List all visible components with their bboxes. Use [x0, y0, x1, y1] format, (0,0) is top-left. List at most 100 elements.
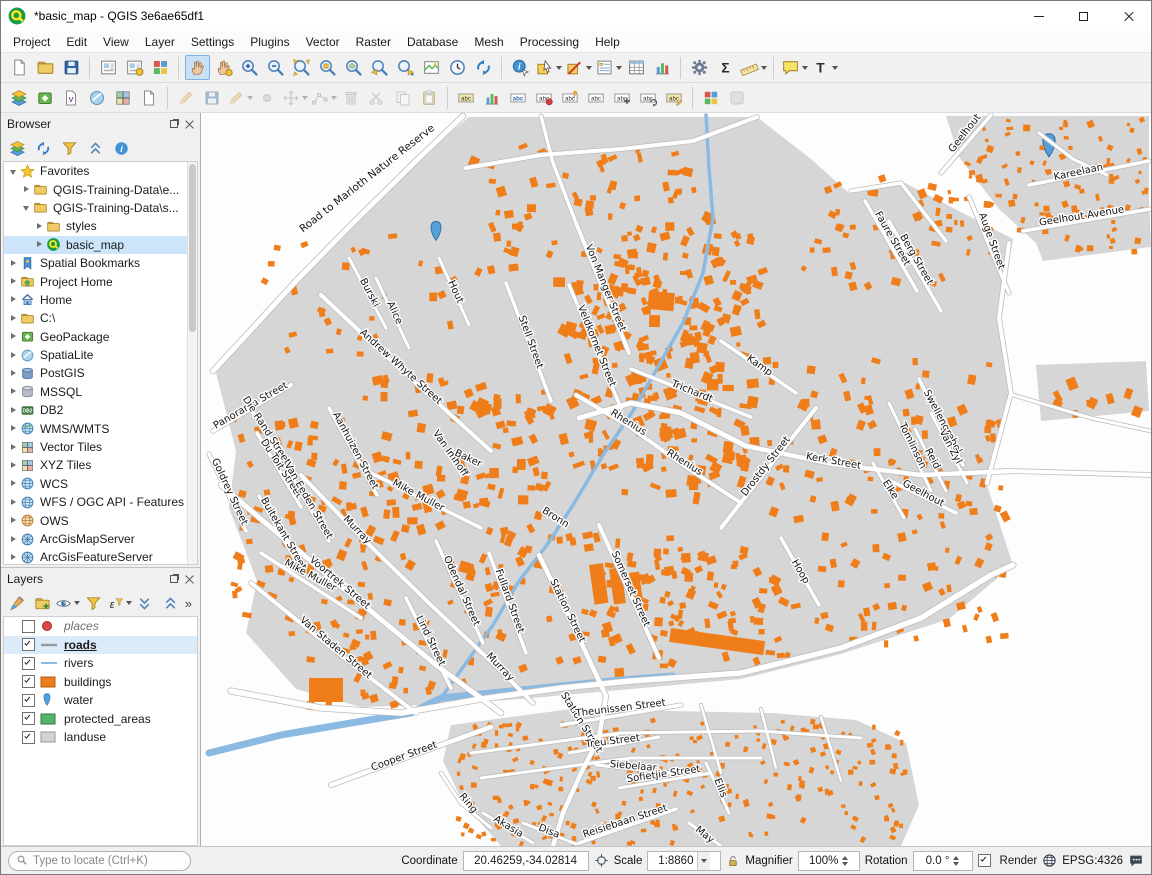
chevron-right-icon[interactable]	[8, 368, 19, 379]
new-temporary-scratch-layer-button[interactable]	[137, 85, 162, 110]
new-virtual-layer-button[interactable]	[111, 85, 136, 110]
save-layer-edits-button[interactable]	[200, 85, 225, 110]
save-project-button[interactable]	[59, 55, 84, 80]
add-feature-button[interactable]	[255, 85, 280, 110]
annotation-button[interactable]	[780, 55, 809, 80]
browser-item-basic-map[interactable]: basic_map	[4, 236, 197, 254]
browser-item-mssql[interactable]: MSSQL	[4, 383, 197, 401]
menu-vector[interactable]: Vector	[298, 32, 348, 52]
filter-legend-button[interactable]	[83, 592, 104, 614]
layer-item-rivers[interactable]: rivers	[4, 654, 197, 673]
identify-features-button[interactable]: i	[508, 55, 533, 80]
locate-search-input[interactable]: Type to locate (Ctrl+K)	[8, 851, 191, 871]
browser-item-styles[interactable]: styles	[4, 217, 197, 235]
layer-checkbox-buildings[interactable]	[22, 675, 35, 688]
browser-item-postgis[interactable]: PostGIS	[4, 364, 197, 382]
rotation-spinbox[interactable]: 0.0 °	[913, 851, 973, 871]
field-calculator-button[interactable]	[650, 55, 675, 80]
maximize-button[interactable]	[1061, 1, 1106, 31]
browser-scrollbar[interactable]	[187, 162, 197, 564]
dropdown-arrow-icon[interactable]	[586, 66, 592, 70]
pin-unpin-labels-button[interactable]: abc	[558, 85, 583, 110]
browser-item-db2[interactable]: DB2DB2	[4, 401, 197, 419]
new-shapefile-layer-button[interactable]: V	[59, 85, 84, 110]
crs-globe-icon[interactable]	[1042, 853, 1057, 868]
toolbar-overflow-button[interactable]: »	[185, 596, 195, 611]
scale-dropdown-button[interactable]	[697, 852, 710, 870]
render-checkbox[interactable]: Render	[978, 854, 1038, 867]
chevron-right-icon[interactable]	[8, 276, 19, 287]
manage-map-themes-button[interactable]	[57, 592, 79, 614]
layer-checkbox-landuse[interactable]	[22, 731, 35, 744]
browser-item-ows[interactable]: OWS	[4, 511, 197, 529]
pan-map-button[interactable]	[185, 55, 210, 80]
select-by-value-button[interactable]	[594, 55, 623, 80]
chevron-right-icon[interactable]	[8, 460, 19, 471]
browser-item-qgis-training-data-e[interactable]: QGIS-Training-Data\e...	[4, 180, 197, 198]
chevron-right-icon[interactable]	[34, 221, 45, 232]
chevron-right-icon[interactable]	[8, 294, 19, 305]
chevron-right-icon[interactable]	[8, 258, 19, 269]
paste-features-button[interactable]	[417, 85, 442, 110]
copy-features-button[interactable]	[391, 85, 416, 110]
chevron-right-icon[interactable]	[8, 515, 19, 526]
dropdown-arrow-icon[interactable]	[302, 96, 308, 100]
style-manager-button[interactable]	[148, 55, 173, 80]
browser-item-qgis-training-data-s[interactable]: QGIS-Training-Data\s...	[4, 199, 197, 217]
vertex-tool-button[interactable]	[310, 85, 338, 110]
show-layout-manager-button[interactable]	[122, 55, 147, 80]
browser-item-spatial-bookmarks[interactable]: Spatial Bookmarks	[4, 254, 197, 272]
chevron-right-icon[interactable]	[34, 239, 45, 250]
chevron-right-icon[interactable]	[8, 386, 19, 397]
menu-help[interactable]: Help	[587, 32, 628, 52]
measure-button[interactable]	[739, 55, 768, 80]
open-attribute-table-button[interactable]	[624, 55, 649, 80]
browser-item-vector-tiles[interactable]: Vector Tiles	[4, 438, 197, 456]
new-map-view-button[interactable]	[419, 55, 444, 80]
coordinate-input[interactable]: 20.46259,-34.02814	[463, 851, 589, 871]
chevron-right-icon[interactable]	[8, 442, 19, 453]
layer-checkbox-protected_areas[interactable]	[22, 712, 35, 725]
epsg-label[interactable]: EPSG:4326	[1062, 855, 1123, 867]
new-print-layout-button[interactable]	[96, 55, 121, 80]
browser-item-wms-wmts[interactable]: WMS/WMTS	[4, 419, 197, 437]
menu-edit[interactable]: Edit	[58, 32, 95, 52]
show-unplaced-labels-button[interactable]: abc	[532, 85, 557, 110]
zoom-next-button[interactable]	[393, 55, 418, 80]
chevron-right-icon[interactable]	[8, 497, 19, 508]
browser-item-xyz-tiles[interactable]: XYZ Tiles	[4, 456, 197, 474]
open-project-button[interactable]	[33, 55, 58, 80]
move-label-button[interactable]: abc	[610, 85, 635, 110]
layer-item-buildings[interactable]: buildings	[4, 673, 197, 692]
scale-combobox[interactable]: 1:8860	[647, 851, 721, 871]
menu-layer[interactable]: Layer	[137, 32, 183, 52]
refresh-browser-button[interactable]	[32, 137, 54, 159]
move-feature-button[interactable]	[281, 85, 309, 110]
style-options-button[interactable]	[699, 85, 724, 110]
chevron-down-icon[interactable]	[21, 202, 32, 213]
chevron-right-icon[interactable]	[8, 534, 19, 545]
zoom-last-button[interactable]	[367, 55, 392, 80]
chevron-right-icon[interactable]	[8, 405, 19, 416]
zoom-in-button[interactable]	[237, 55, 262, 80]
browser-item-home[interactable]: Home	[4, 291, 197, 309]
browser-item-arcgisfeatureserver[interactable]: ArcGisFeatureServer	[4, 548, 197, 565]
layer-item-protected_areas[interactable]: protected_areas	[4, 710, 197, 729]
layer-item-landuse[interactable]: landuse	[4, 728, 197, 747]
layers-float-button[interactable]	[170, 575, 178, 583]
chevron-right-icon[interactable]	[8, 331, 19, 342]
messages-icon[interactable]	[1128, 853, 1144, 869]
browser-close-button[interactable]	[185, 120, 194, 129]
new-geopackage-layer-button[interactable]	[33, 85, 58, 110]
browser-item-c[interactable]: C:\	[4, 309, 197, 327]
dropdown-arrow-icon[interactable]	[761, 66, 767, 70]
magnifier-spinbox[interactable]: 100%	[798, 851, 860, 871]
layer-item-roads[interactable]: roads	[4, 636, 197, 655]
new-project-button[interactable]	[7, 55, 32, 80]
layer-checkbox-water[interactable]	[22, 694, 35, 707]
layer-checkbox-places[interactable]	[22, 620, 35, 633]
close-button[interactable]	[1106, 1, 1151, 31]
layers-close-button[interactable]	[185, 575, 194, 584]
browser-item-wfs-ogc-api-features[interactable]: WFS / OGC API - Features	[4, 493, 197, 511]
chevron-right-icon[interactable]	[8, 350, 19, 361]
